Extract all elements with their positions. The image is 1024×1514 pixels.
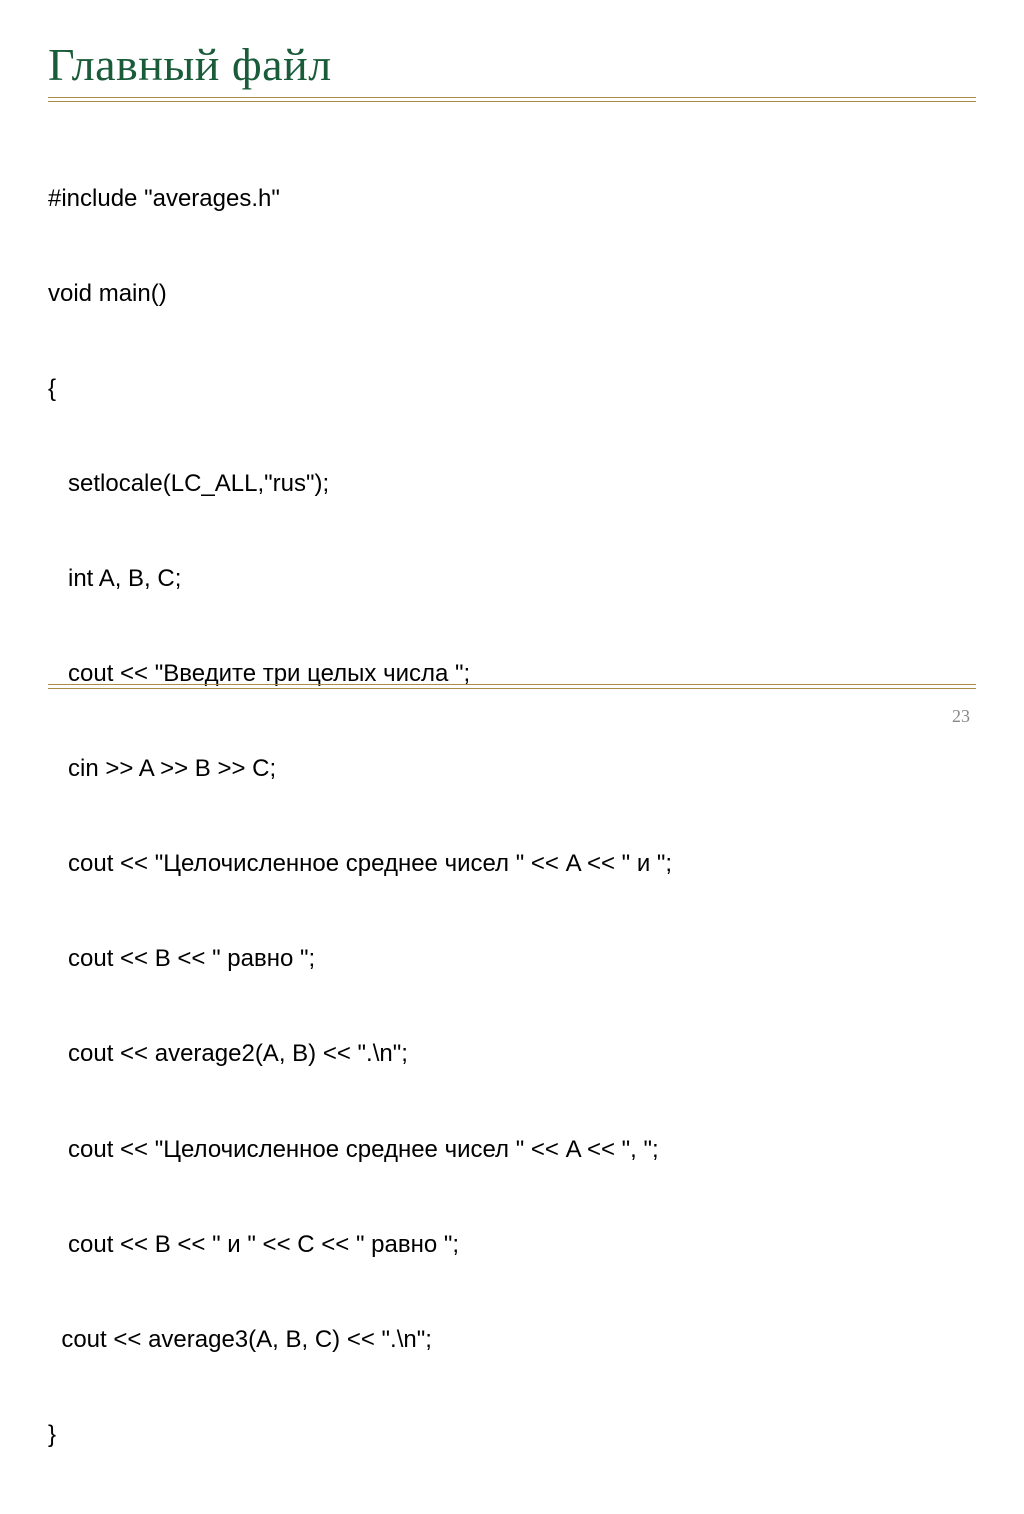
code-line: cin >> A >> B >> C; <box>48 753 976 785</box>
code-line: cout << average3(A, B, C) << ".\n"; <box>48 1324 976 1356</box>
code-line: int A, B, C; <box>48 563 976 595</box>
bottom-rule <box>48 684 976 689</box>
code-block: #include "averages.h" void main() { setl… <box>48 120 976 1514</box>
slide-title: Главный файл <box>48 38 976 91</box>
page-number: 23 <box>952 706 970 727</box>
title-underline <box>48 97 976 102</box>
code-line: cout << "Целочисленное среднее чисел " <… <box>48 1134 976 1166</box>
slide-container: Главный файл #include "averages.h" void … <box>0 0 1024 767</box>
code-line: #include "averages.h" <box>48 183 976 215</box>
code-line: { <box>48 373 976 405</box>
code-line: void main() <box>48 278 976 310</box>
code-line: } <box>48 1419 976 1451</box>
code-line: cout << B << " и " << C << " равно "; <box>48 1229 976 1261</box>
code-line: cout << B << " равно "; <box>48 943 976 975</box>
code-line: cout << "Целочисленное среднее чисел " <… <box>48 848 976 880</box>
code-line: setlocale(LC_ALL,"rus"); <box>48 468 976 500</box>
code-line: cout << average2(A, B) << ".\n"; <box>48 1038 976 1070</box>
